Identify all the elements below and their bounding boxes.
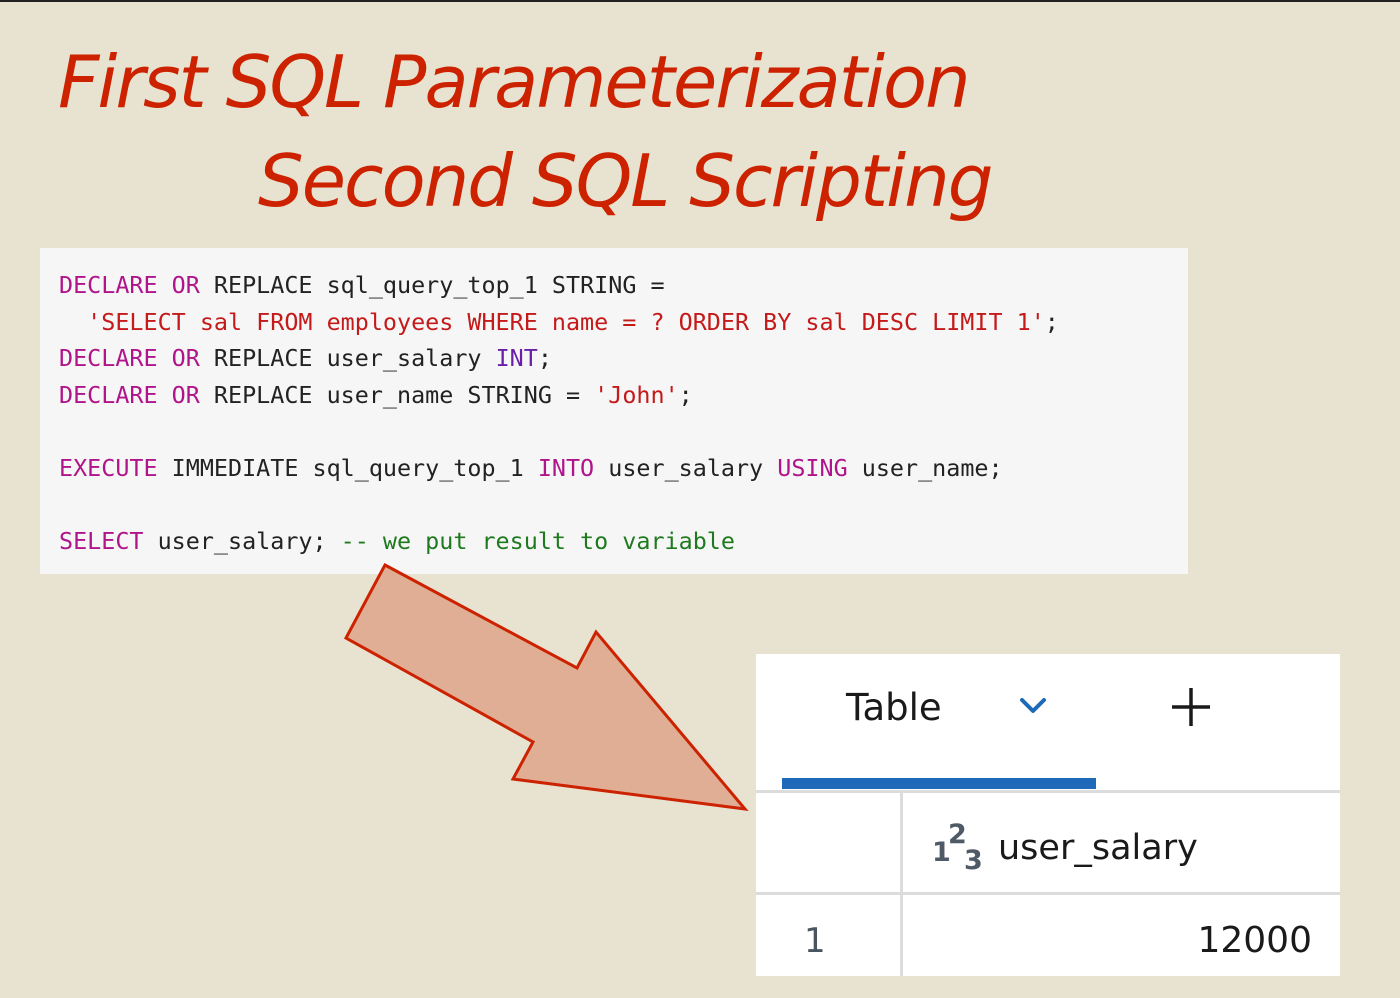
code-token-type: INT xyxy=(495,344,538,373)
code-token-keyword: EXECUTE xyxy=(59,454,158,482)
code-token-plain: REPLACE user_salary xyxy=(199,344,496,373)
code-token-plain: user_name; xyxy=(847,454,1003,482)
result-panel: Table 1 2 3 user_salary 1 12000 xyxy=(756,654,1340,976)
code-token-plain: ; xyxy=(1044,307,1059,336)
code-token-comment: -- we put result to variable xyxy=(340,527,735,556)
chevron-down-icon[interactable] xyxy=(1018,696,1048,716)
code-token-keyword: OR xyxy=(171,271,200,299)
header-top-border xyxy=(756,790,1340,793)
column-divider xyxy=(900,792,903,976)
integer-type-icon: 1 2 3 xyxy=(932,819,983,871)
slide: First SQL Parameterization Second SQL Sc… xyxy=(0,0,1400,998)
title-line-2: Second SQL Scripting xyxy=(258,139,993,223)
code-token-keyword: DECLARE xyxy=(59,271,158,299)
code-token-plain: ; xyxy=(678,380,693,409)
active-tab-indicator xyxy=(782,778,1096,789)
code-token-plain: REPLACE sql_query_top_1 STRING = xyxy=(199,271,665,299)
code-line: SELECT user_salary; -- we put result to … xyxy=(59,527,735,556)
code-line: DECLARE OR REPLACE sql_query_top_1 STRIN… xyxy=(59,271,665,299)
row-index: 1 xyxy=(804,921,826,961)
code-token-keyword: DECLARE xyxy=(59,380,158,409)
code-token-keyword: SELECT xyxy=(59,527,144,556)
svg-text:3: 3 xyxy=(964,845,983,871)
title-line-1: First SQL Parameterization xyxy=(58,40,971,124)
header-bottom-border xyxy=(756,892,1340,895)
code-line: DECLARE OR REPLACE user_salary INT; xyxy=(59,344,552,373)
code-token-string: 'John' xyxy=(594,380,679,409)
code-token-plain: IMMEDIATE sql_query_top_1 xyxy=(157,454,538,482)
column-header-user-salary[interactable]: user_salary xyxy=(998,828,1198,868)
code-token-plain: user_salary; xyxy=(143,527,341,556)
tab-table[interactable]: Table xyxy=(782,654,1096,790)
code-token-keyword: USING xyxy=(777,454,848,482)
plus-icon[interactable] xyxy=(1166,682,1216,732)
code-token-keyword: OR xyxy=(171,344,200,373)
tab-table-label: Table xyxy=(846,686,942,729)
cell-user-salary[interactable]: 12000 xyxy=(1197,920,1312,961)
arrow-shape xyxy=(343,562,749,811)
code-token-plain: ; xyxy=(537,344,552,373)
code-line: EXECUTE IMMEDIATE sql_query_top_1 INTO u… xyxy=(59,454,1003,482)
code-token-plain: REPLACE user_name STRING = xyxy=(199,380,595,409)
code-token-keyword: OR xyxy=(171,380,200,409)
code-line: DECLARE OR REPLACE user_name STRING = 'J… xyxy=(59,380,693,409)
sql-code-block: DECLARE OR REPLACE sql_query_top_1 STRIN… xyxy=(40,248,1188,574)
code-token-plain: user_salary xyxy=(594,454,778,482)
code-line: 'SELECT sal FROM employees WHERE name = … xyxy=(59,307,1059,336)
code-token-string: 'SELECT sal FROM employees WHERE name = … xyxy=(87,307,1045,336)
code-token-keyword: INTO xyxy=(537,454,595,482)
code-token-keyword: DECLARE xyxy=(59,344,158,373)
